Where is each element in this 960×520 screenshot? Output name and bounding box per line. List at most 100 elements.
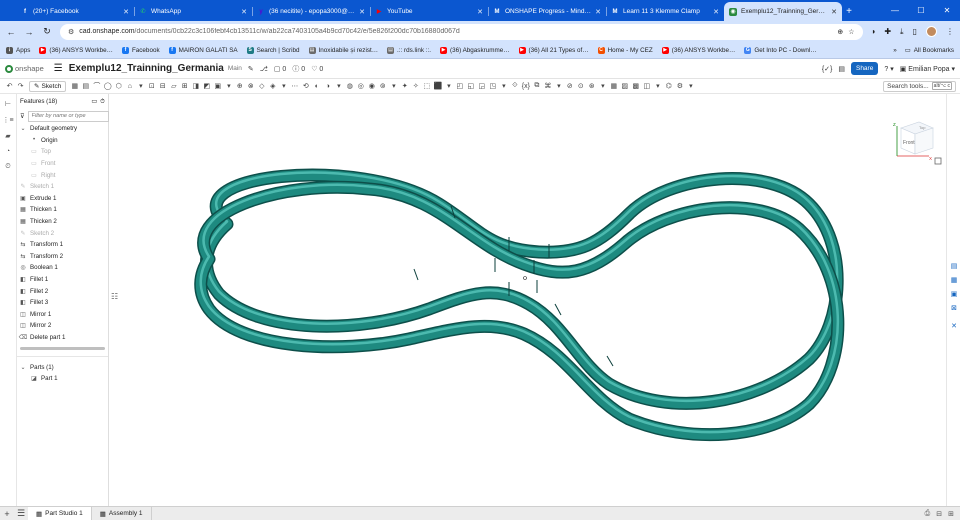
bookmark-item[interactable]: f Facebook [121,46,160,54]
grid-icon[interactable]: ⊞ [948,510,954,518]
onshape-logo[interactable]: onshape [5,64,44,73]
bookmark-item[interactable]: C Home - My CEZ [597,46,653,54]
browser-tab[interactable]: y (36 necitite) - epopa3000@yah… ✕ [252,2,370,21]
help-icon[interactable]: ? ▾ [884,65,893,73]
feature-tool-icon[interactable]: ⊕ [234,81,245,92]
tool-dropdown-icon[interactable]: ▾ [135,81,146,92]
feature-tool-icon[interactable]: ◨ [190,81,201,92]
document-name[interactable]: Exemplu12_Trainning_Germania [69,63,224,74]
bookmarks-overflow-icon[interactable]: » [893,47,897,54]
feature-item[interactable]: ◫ Mirror 1 [17,309,108,321]
variables-icon[interactable]: ▦ [949,276,959,286]
share-button[interactable]: Share [850,62,879,75]
tab-close-icon[interactable]: ✕ [477,8,483,16]
bottom-tab[interactable]: ▦ Assembly 1 [92,506,152,520]
featurescript-icon[interactable]: ✕ [949,322,959,332]
feature-tool-icon[interactable]: ⊟ [157,81,168,92]
tool-dropdown-icon[interactable]: ▾ [553,81,564,92]
filter-icon[interactable]: ⊽ [20,113,25,120]
feature-item-origin[interactable]: • Origin [17,135,108,147]
browser-tab[interactable]: M Learn 11 3 Klemme Clamp ✕ [606,2,724,21]
mass-properties-icon[interactable]: ⊠ [949,304,959,314]
bookmark-item[interactable]: f MAIRON GALATI SA [168,46,238,54]
bottom-tab[interactable]: ▦ Part Studio 1 [28,506,92,520]
sketch-button[interactable]: ✎ Sketch [29,80,67,92]
bookmark-item[interactable]: G Get Into PC - Downl… [744,46,817,54]
search-tools-input[interactable]: Search tools... alt/⌥ c [883,80,956,92]
feature-tool-icon[interactable]: ▦ [69,81,80,92]
feature-item[interactable]: ✎ Sketch 1 [17,181,108,193]
download-icon[interactable]: ⤓ [900,27,904,37]
comments-icon[interactable]: ▰ [5,132,10,140]
tab-close-icon[interactable]: ✕ [595,8,601,16]
feature-tool-icon[interactable]: ▤ [80,81,91,92]
feature-item[interactable]: ✎ Sketch 2 [17,227,108,239]
view-cube[interactable]: Top Front X Z [893,121,934,161]
feature-tool-icon[interactable]: ⌂ [124,81,135,92]
feature-tool-icon[interactable]: ⊘ [564,81,575,92]
versions-count-icon[interactable]: ▢ 0 [274,65,286,73]
feature-tool-icon[interactable]: ◉ [366,81,377,92]
tool-dropdown-icon[interactable]: ▾ [443,81,454,92]
new-tab-button[interactable]: + [842,6,856,17]
branch-label[interactable]: Main [228,65,242,72]
feature-tool-icon[interactable]: ◱ [465,81,476,92]
feature-item[interactable]: ▣ Extrude 1 [17,193,108,205]
feature-item[interactable]: ⇆ Transform 2 [17,251,108,263]
tool-dropdown-icon[interactable]: ▾ [498,81,509,92]
feature-tool-icon[interactable]: ◇ [256,81,267,92]
like-icon[interactable]: ♡ 0 [311,65,323,73]
extension-icon[interactable]: ◑ [871,27,876,36]
tab-close-icon[interactable]: ✕ [831,8,837,16]
feature-tool-icon[interactable]: ⊛ [586,81,597,92]
feature-item[interactable]: ◧ Fillet 2 [17,285,108,297]
bookmark-item[interactable]: ▶ (36) All 21 Types of… [518,46,589,54]
profile-avatar[interactable] [926,26,937,37]
feature-tool-icon[interactable]: ◍ [344,81,355,92]
feature-tool-icon[interactable]: ◑ [322,81,333,92]
all-bookmarks-button[interactable]: ▭ All Bookmarks [905,47,954,54]
info-icon[interactable]: ⓘ 0 [292,64,305,74]
feature-tool-icon[interactable]: ◰ [454,81,465,92]
feature-tool-icon[interactable]: ⊡ [146,81,157,92]
feature-tool-icon[interactable]: ◩ [201,81,212,92]
feature-tool-icon[interactable]: ⋯ [289,81,300,92]
undo-icon[interactable]: ↶ [4,81,15,92]
sidepanel-icon[interactable]: ▯ [913,27,917,36]
feature-tool-icon[interactable]: ⌘ [542,81,553,92]
view-options-icon[interactable] [934,157,942,165]
feature-item[interactable]: ◧ Fillet 3 [17,297,108,309]
feature-tool-icon[interactable]: ◲ [476,81,487,92]
puzzle-icon[interactable]: ✚ [884,27,891,36]
model-view[interactable]: Top Front X Z [109,94,946,506]
measure-icon[interactable]: ▣ [949,290,959,300]
back-icon[interactable]: ← [6,27,16,37]
tool-dropdown-icon[interactable]: ▾ [652,81,663,92]
feature-tool-icon[interactable]: ⬚ [421,81,432,92]
tab-close-icon[interactable]: ✕ [241,8,247,16]
feature-tool-icon[interactable]: ◈ [267,81,278,92]
document-menu-icon[interactable]: ☰ [54,63,63,74]
tool-dropdown-icon[interactable]: ▾ [223,81,234,92]
feature-tool-icon[interactable]: ▩ [630,81,641,92]
maximize-icon[interactable]: ☐ [908,0,934,21]
bookmark-star-icon[interactable]: ☆ [848,28,854,36]
rollback-icon[interactable]: ⏱ [100,98,105,106]
feature-list-icon[interactable]: ⊢ [5,100,11,108]
zoom-fit-icon[interactable]: ⊟ [936,510,942,518]
feature-tool-icon[interactable]: ⊗ [245,81,256,92]
feature-tool-icon[interactable]: ▱ [168,81,179,92]
feature-item-top[interactable]: ▭ Top [17,146,108,158]
insert-tab-icon[interactable]: + [0,509,14,519]
zoom-icon[interactable]: ⊕ [837,28,843,36]
graphics-area[interactable]: ☷ Top Front X Z [109,94,946,506]
feature-item[interactable]: ◫ Mirror 2 [17,320,108,332]
print-icon[interactable]: ⎙ [925,510,931,518]
feature-item-front[interactable]: ▭ Front [17,158,108,170]
feature-tool-icon[interactable]: ▨ [619,81,630,92]
forward-icon[interactable]: → [24,27,34,37]
site-info-icon[interactable]: ⚙ [68,28,74,36]
feature-tool-icon[interactable]: {x} [520,81,531,92]
part-item[interactable]: ◪ Part 1 [17,373,108,385]
menu-dots-icon[interactable]: ⋮ [946,27,954,36]
